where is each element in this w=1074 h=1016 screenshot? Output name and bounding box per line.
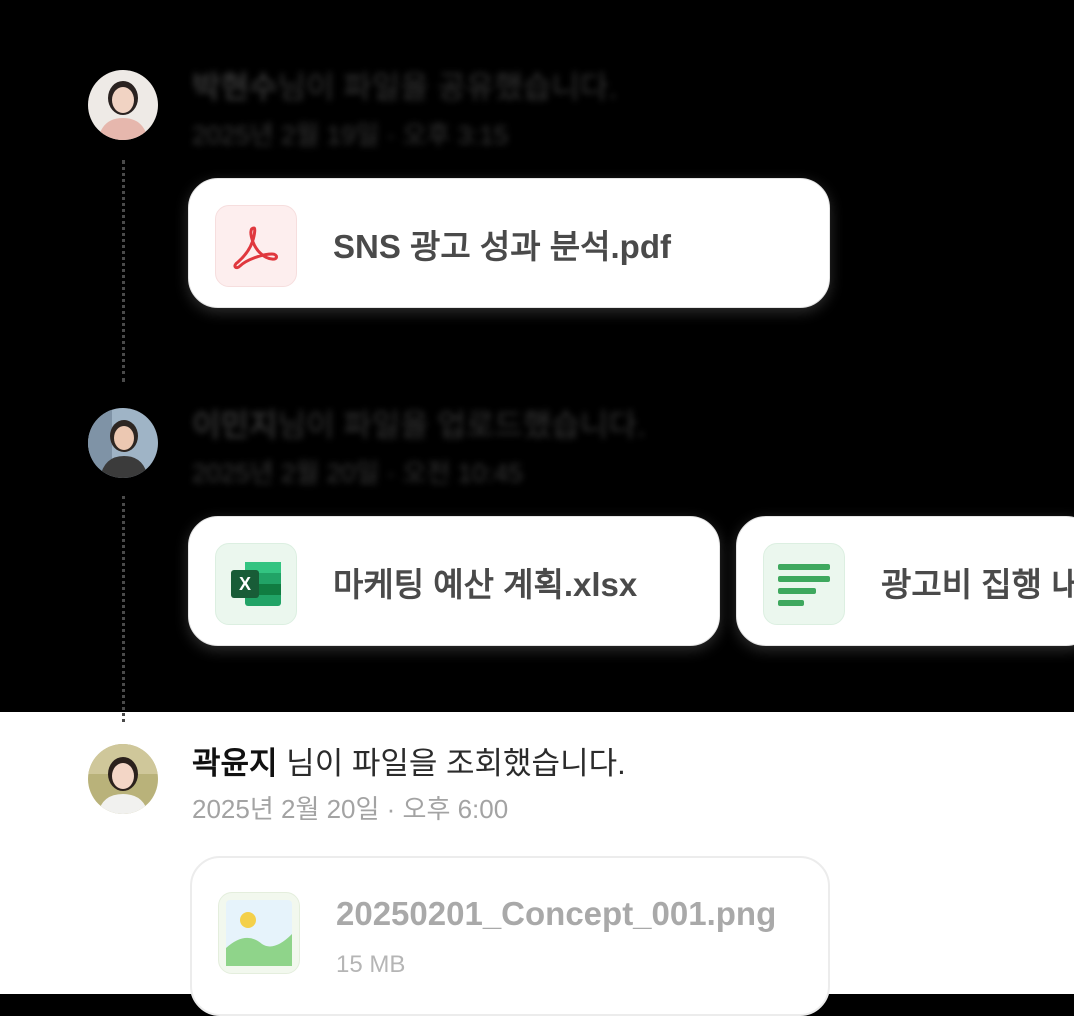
file-name: SNS 광고 성과 분석.pdf <box>333 228 671 265</box>
file-size: 15 MB <box>336 951 406 978</box>
file-name: 마케팅 예산 계획.xlsx <box>333 566 638 603</box>
document-lines-icon <box>763 543 845 625</box>
timeline-connector <box>122 160 125 382</box>
actor-name[interactable]: 곽윤지 <box>192 746 278 781</box>
file-card[interactable]: 광고비 집행 내 <box>736 516 1074 646</box>
svg-text:X: X <box>239 574 251 594</box>
excel-icon: X <box>215 543 297 625</box>
avatar[interactable] <box>88 408 158 478</box>
actor-name[interactable]: 이민지 <box>192 408 278 443</box>
file-card[interactable]: 20250201_Concept_001.png 15 MB <box>190 856 830 1016</box>
event-timestamp: 2025년 2월 20일 · 오후 6:00 <box>192 794 509 824</box>
event-title: 이민지님이 파일을 업로드했습니다. <box>192 406 646 446</box>
avatar[interactable] <box>88 744 158 814</box>
event-title: 곽윤지 님이 파일을 조회했습니다. <box>192 744 626 784</box>
actor-name[interactable]: 박현수 <box>192 70 278 105</box>
event-action: 님이 파일을 공유했습니다. <box>277 70 618 105</box>
file-name: 광고비 집행 내 <box>881 566 1074 603</box>
event-action: 님이 파일을 업로드했습니다. <box>277 408 646 443</box>
image-icon <box>218 892 300 974</box>
event-action: 님이 파일을 조회했습니다. <box>277 746 626 781</box>
avatar[interactable] <box>88 70 158 140</box>
event-timestamp: 2025년 2월 19일 · 오후 3:15 <box>192 120 509 150</box>
file-card[interactable]: SNS 광고 성과 분석.pdf <box>188 178 830 308</box>
event-timestamp: 2025년 2월 20일 · 오전 10:45 <box>192 458 523 488</box>
pdf-icon <box>215 205 297 287</box>
timeline-connector <box>122 496 125 722</box>
file-name: 20250201_Concept_001.png <box>336 895 777 932</box>
event-title: 박현수님이 파일을 공유했습니다. <box>192 68 617 108</box>
file-card[interactable]: X 마케팅 예산 계획.xlsx <box>188 516 720 646</box>
